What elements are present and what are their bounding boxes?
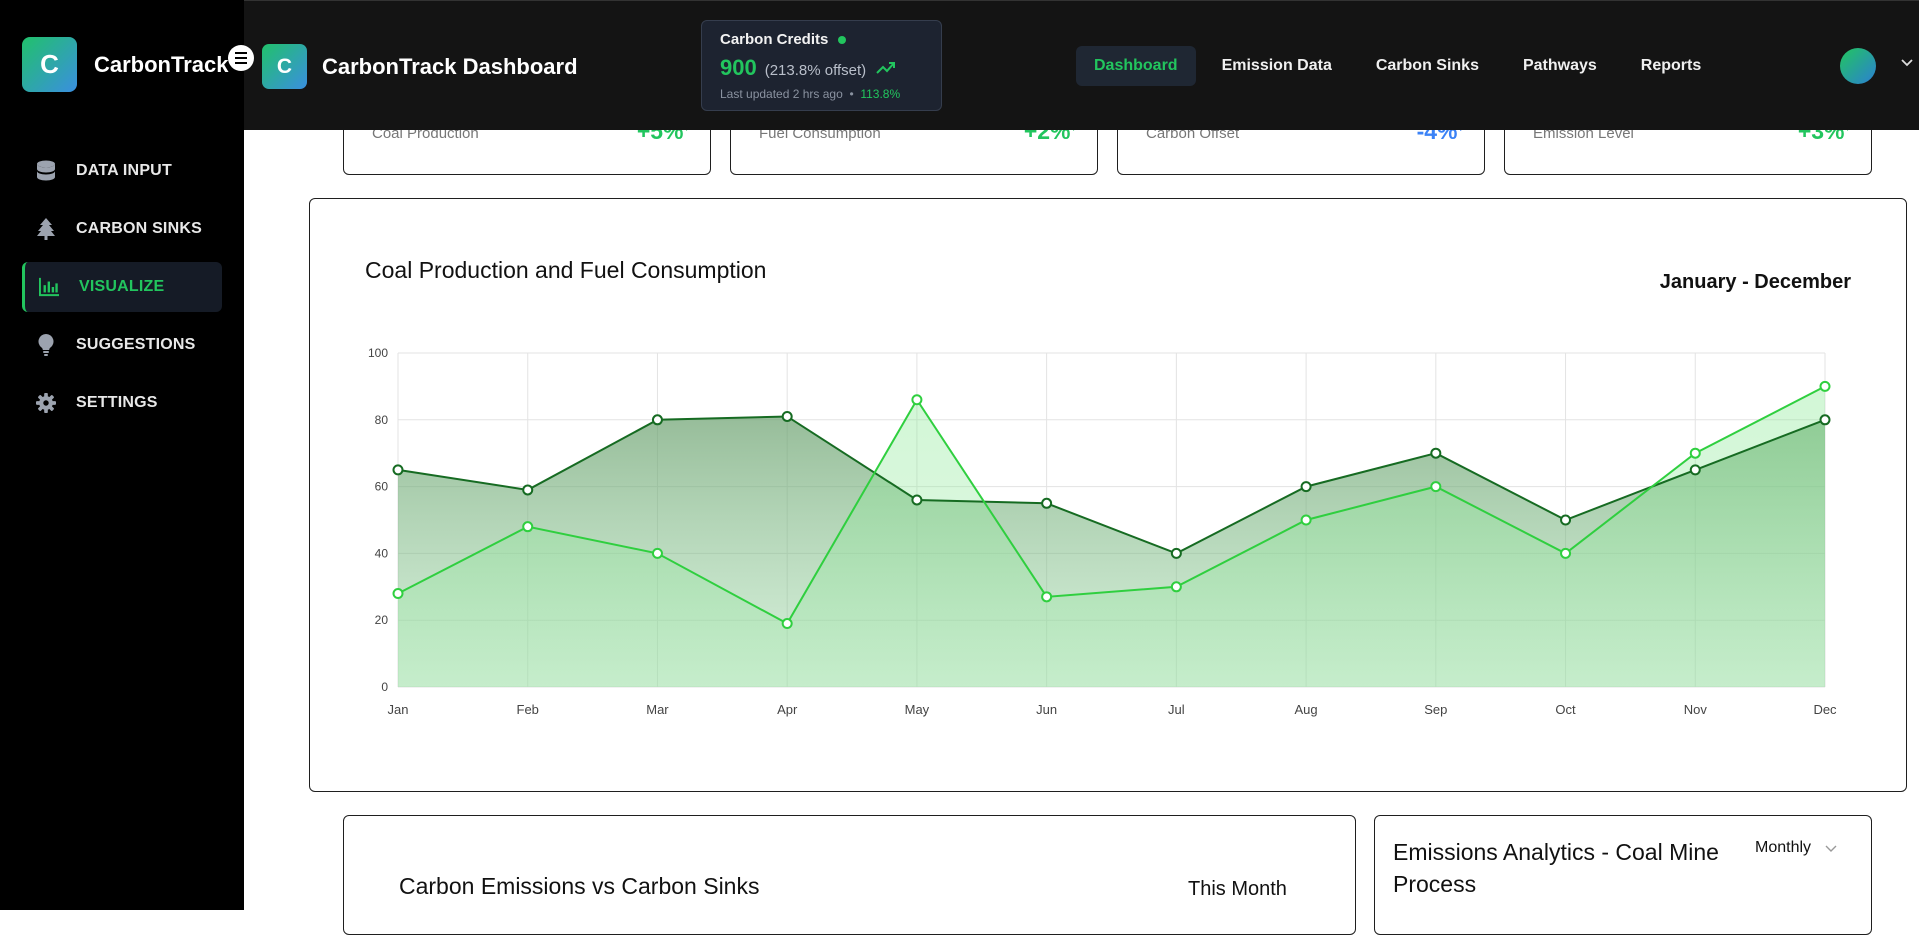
x-tick-label: Jan <box>388 702 409 717</box>
carbon-credits-widget[interactable]: Carbon Credits 900 (213.8% offset) Last … <box>701 20 942 111</box>
data-point <box>651 547 663 559</box>
sidebar-item-carbon-sinks[interactable]: CARBON SINKS <box>22 204 222 254</box>
data-point <box>1170 547 1182 559</box>
nav-pathways[interactable]: Pathways <box>1505 46 1615 86</box>
data-point <box>1300 514 1312 526</box>
bar-chart-icon <box>39 277 59 297</box>
sidebar-brand[interactable]: C CarbonTrack <box>22 37 229 92</box>
x-tick-label: Sep <box>1424 702 1447 717</box>
nav-emission-data[interactable]: Emission Data <box>1204 46 1350 86</box>
carbon-credits-updated: Last updated 2 hrs ago <box>720 87 843 101</box>
trending-up-icon <box>876 62 896 74</box>
data-point <box>1560 547 1572 559</box>
sidebar-item-label: SETTINGS <box>76 394 158 411</box>
data-point <box>522 484 534 496</box>
data-point <box>1041 591 1053 603</box>
data-point <box>911 494 923 506</box>
status-dot-icon <box>838 35 847 44</box>
x-tick-label: Aug <box>1295 702 1318 717</box>
y-tick-label: 0 <box>381 680 388 694</box>
y-tick-label: 60 <box>375 480 389 494</box>
data-point <box>1819 414 1831 426</box>
carbon-credits-offset: (213.8% offset) <box>764 62 867 79</box>
data-point <box>1170 581 1182 593</box>
chevron-down-icon <box>1825 845 1837 852</box>
x-tick-label: Dec <box>1813 702 1837 717</box>
dashboard-title: CarbonTrack Dashboard <box>322 53 578 79</box>
data-point <box>1300 481 1312 493</box>
x-tick-label: Jul <box>1168 702 1185 717</box>
sidebar-toggle-button[interactable] <box>228 45 254 71</box>
database-icon <box>36 160 56 181</box>
y-tick-label: 40 <box>375 546 389 560</box>
nav-reports[interactable]: Reports <box>1623 46 1719 86</box>
brand-logo: C <box>22 37 77 92</box>
carbon-credits-value: 900 <box>720 55 757 80</box>
nav-dashboard[interactable]: Dashboard <box>1076 46 1196 86</box>
data-point <box>911 394 923 406</box>
y-tick-label: 80 <box>375 413 389 427</box>
chevron-down-icon[interactable] <box>1900 56 1914 70</box>
sidebar: C CarbonTrack DATA INPUT CARBON SINKS VI… <box>0 0 244 910</box>
sidebar-item-label: DATA INPUT <box>76 162 172 179</box>
card-title: Emissions Analytics - Coal Mine Process <box>1393 839 1719 897</box>
nav-carbon-sinks[interactable]: Carbon Sinks <box>1358 46 1497 86</box>
separator-dot: • <box>849 87 854 101</box>
emissions-vs-sinks-card: Carbon Emissions vs Carbon Sinks This Mo… <box>343 815 1356 935</box>
data-point <box>1430 481 1442 493</box>
top-navbar: C CarbonTrack Dashboard Carbon Credits 9… <box>244 0 1919 130</box>
line-area-chart: 0 20 40 60 80 100 Jan Feb Mar Apr May Jun Jul Aug Sep O… <box>368 346 1837 717</box>
data-point <box>1689 447 1701 459</box>
x-tick-label: Mar <box>646 702 669 717</box>
emissions-analytics-card: Emissions Analytics - Coal Mine Process … <box>1374 815 1872 935</box>
data-point <box>392 587 404 599</box>
sidebar-nav: DATA INPUT CARBON SINKS VISUALIZE SUGGES… <box>22 146 222 436</box>
sidebar-item-settings[interactable]: SETTINGS <box>22 378 222 428</box>
sidebar-item-visualize[interactable]: VISUALIZE <box>22 262 222 312</box>
card-date-range: This Month <box>1188 878 1287 900</box>
x-tick-label: Oct <box>1555 702 1576 717</box>
data-point <box>522 521 534 533</box>
data-point <box>1560 514 1572 526</box>
period-select[interactable]: Monthly <box>1755 839 1837 857</box>
data-point <box>1430 447 1442 459</box>
top-nav: Dashboard Emission Data Carbon Sinks Pat… <box>1076 46 1719 86</box>
x-tick-label: Nov <box>1684 702 1708 717</box>
sidebar-item-data-input[interactable]: DATA INPUT <box>22 146 222 196</box>
carbon-credits-title: Carbon Credits <box>720 31 829 48</box>
card-title: Carbon Emissions vs Carbon Sinks <box>399 873 760 899</box>
dashboard-brand[interactable]: C CarbonTrack Dashboard <box>262 44 578 89</box>
sidebar-item-suggestions[interactable]: SUGGESTIONS <box>22 320 222 370</box>
sidebar-item-label: VISUALIZE <box>79 278 165 295</box>
data-point <box>781 618 793 630</box>
data-point <box>1689 464 1701 476</box>
data-point <box>392 464 404 476</box>
lightbulb-icon <box>36 334 56 356</box>
sidebar-item-label: CARBON SINKS <box>76 220 202 237</box>
carbon-credits-percent: 113.8% <box>860 87 901 101</box>
coal-fuel-chart-card: Coal Production and Fuel Consumption Jan… <box>309 198 1907 792</box>
y-tick-label: 20 <box>375 613 389 627</box>
tree-icon <box>36 218 56 240</box>
data-point <box>1819 380 1831 392</box>
data-point <box>781 410 793 422</box>
sidebar-item-label: SUGGESTIONS <box>76 336 196 353</box>
dashboard-logo: C <box>262 44 307 89</box>
x-tick-label: Apr <box>777 702 798 717</box>
data-point <box>1041 497 1053 509</box>
x-tick-label: Feb <box>517 702 539 717</box>
period-select-value: Monthly <box>1755 839 1812 856</box>
gear-icon <box>36 393 56 413</box>
brand-name: CarbonTrack <box>94 51 229 77</box>
data-point <box>651 414 663 426</box>
x-tick-label: May <box>905 702 930 717</box>
avatar[interactable] <box>1840 48 1876 84</box>
y-tick-label: 100 <box>368 346 388 360</box>
x-tick-label: Jun <box>1036 702 1057 717</box>
